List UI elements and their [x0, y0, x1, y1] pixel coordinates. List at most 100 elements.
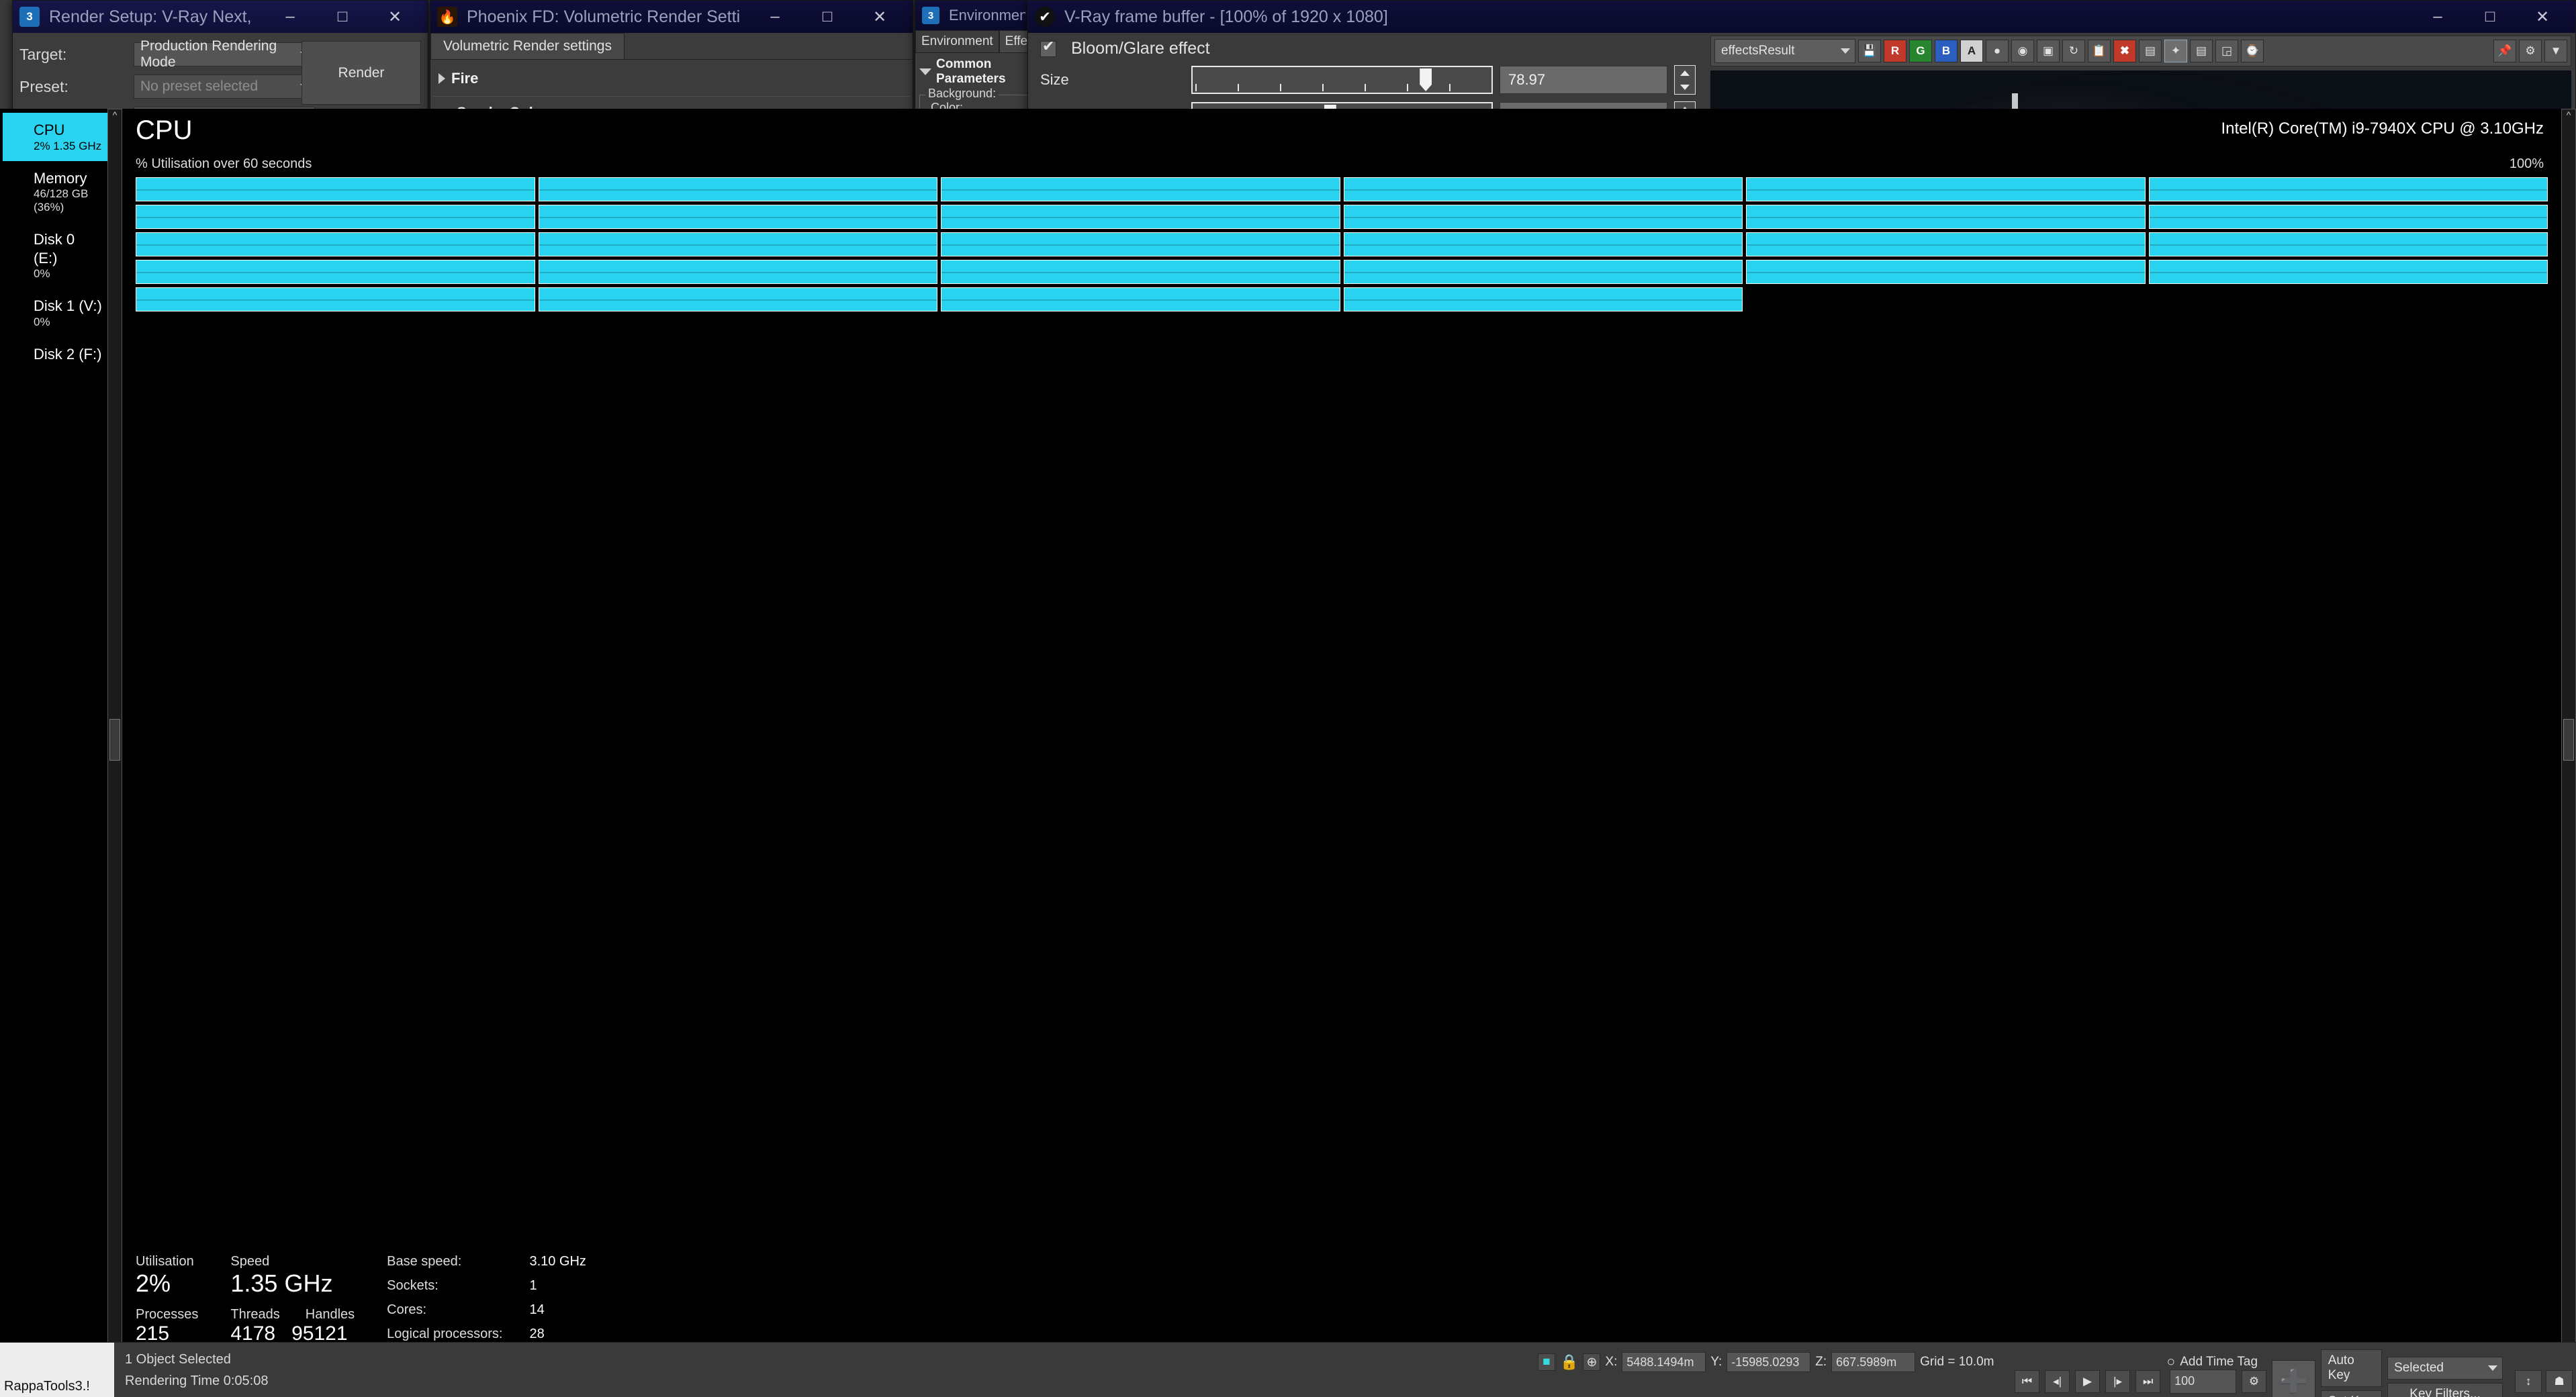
pin-icon[interactable]: 📌: [2493, 40, 2516, 62]
environment-titlebar[interactable]: 3 Environment: [915, 1, 1032, 30]
render-button[interactable]: Render: [302, 41, 421, 105]
fire-rollout[interactable]: Fire: [433, 62, 910, 96]
cpu-core-graph: [1343, 260, 1743, 284]
resource-dot-icon: [8, 121, 26, 138]
alpha-channel-icon[interactable]: A: [1960, 40, 1983, 62]
next-frame-icon[interactable]: |▸: [2105, 1369, 2131, 1393]
time-configuration-icon[interactable]: ⚙: [2241, 1369, 2266, 1393]
cpu-core-graph: [1343, 177, 1743, 201]
red-channel-icon[interactable]: R: [1884, 40, 1906, 62]
blue-channel-icon[interactable]: B: [1935, 40, 1958, 62]
z-label: Z:: [1815, 1355, 1827, 1369]
size-slider[interactable]: [1191, 66, 1493, 94]
expand-icon[interactable]: ▼: [2544, 40, 2567, 62]
z-field[interactable]: 667.5989m: [1831, 1352, 1916, 1372]
preset-label: Preset:: [19, 77, 68, 95]
close-button[interactable]: ✕: [2516, 1, 2569, 33]
go-to-start-icon[interactable]: ⏮: [2015, 1369, 2040, 1393]
bloom-glare-checkbox[interactable]: [1040, 38, 1056, 57]
preset-dropdown[interactable]: No preset selected: [134, 75, 315, 99]
zoom-extents-icon[interactable]: ☗: [2546, 1369, 2573, 1393]
vfb-toolbar[interactable]: effectsResult 💾 R G B A ● ◉ ▣ ↻ 📋 ✖ ▤ ✦ …: [1710, 36, 2571, 66]
go-to-end-icon[interactable]: ⏭: [2135, 1369, 2161, 1393]
resource-list[interactable]: CPU 2% 1.35 GHz Memory 46/128 GB (36%) Disk …: [0, 109, 107, 1370]
close-button[interactable]: ✕: [854, 1, 906, 33]
grid-label: Grid = 10.0m: [1920, 1355, 1994, 1369]
target-dropdown[interactable]: Production Rendering Mode: [134, 38, 315, 70]
resource-item-cpu[interactable]: CPU 2% 1.35 GHz: [3, 113, 107, 161]
rappatools-badge[interactable]: RappaTools3.!: [0, 1343, 114, 1397]
lock-selection-icon[interactable]: 🔒: [1560, 1353, 1578, 1371]
transform-type-icon[interactable]: ⊕: [1583, 1353, 1601, 1371]
phoenix-tab-row[interactable]: Volumetric Render settings: [430, 33, 913, 60]
resource-item-memory[interactable]: Memory 46/128 GB (36%): [3, 161, 107, 223]
resource-item-disk-0-e[interactable]: Disk 0 (E:) 0%: [3, 222, 107, 289]
fire-header[interactable]: Fire: [433, 66, 910, 91]
cpu-core-graph: [941, 232, 1340, 256]
close-button[interactable]: ✕: [369, 1, 421, 33]
tab-volumetric-render-settings[interactable]: Volumetric Render settings: [430, 33, 625, 59]
render-last-icon[interactable]: ↻: [2062, 40, 2085, 62]
auto-key-button[interactable]: Auto Key: [2320, 1349, 2383, 1387]
chevron-down-icon: [1841, 48, 1850, 54]
clear-icon[interactable]: ▣: [2037, 40, 2060, 62]
current-frame-field[interactable]: 100: [2170, 1369, 2236, 1394]
resource-item-disk-2-f[interactable]: Disk 2 (F:): [3, 337, 107, 372]
key-filters-button[interactable]: Key Filters...: [2387, 1383, 2503, 1397]
vfb-titlebar[interactable]: ✔ V-Ray frame buffer - [100% of 1920 x 1…: [1028, 1, 2575, 33]
background-caption: Background:: [925, 87, 999, 101]
save-icon[interactable]: 💾: [1858, 40, 1881, 62]
set-key-button[interactable]: Set Key: [2320, 1390, 2383, 1397]
rgb-icon[interactable]: ◉: [2011, 40, 2034, 62]
sockets-value: 1: [529, 1278, 537, 1293]
minimize-button[interactable]: –: [2411, 1, 2464, 33]
stop-icon[interactable]: ✖: [2113, 40, 2136, 62]
minimize-button[interactable]: –: [749, 1, 801, 33]
size-spinner[interactable]: [1674, 65, 1696, 95]
maximize-button[interactable]: □: [801, 1, 854, 33]
history-icon[interactable]: ⌚: [2241, 40, 2264, 62]
common-parameters-header[interactable]: Common Parameters: [915, 53, 1032, 91]
resource-item-disk-1-v[interactable]: Disk 1 (V:) 0%: [3, 289, 107, 337]
resource-list-scrollbar[interactable]: ^ v: [107, 109, 122, 1370]
copy-icon[interactable]: 📋: [2088, 40, 2111, 62]
key-mode-dropdown[interactable]: Selected: [2387, 1357, 2503, 1380]
resource-dot-icon: [8, 169, 26, 187]
minimize-button[interactable]: –: [264, 1, 316, 33]
mono-icon[interactable]: ●: [1986, 40, 2009, 62]
resource-detail: 2% 1.35 GHz: [34, 139, 102, 152]
scroll-thumb[interactable]: [109, 718, 120, 761]
absolute-mode-icon[interactable]: ■: [1538, 1353, 1555, 1371]
environment-tab-row[interactable]: Environment Effects: [915, 30, 1050, 53]
add-keys-icon[interactable]: ➕: [2272, 1359, 2315, 1397]
scroll-thumb[interactable]: [2563, 718, 2574, 761]
scroll-up-icon[interactable]: ^: [113, 109, 118, 120]
content-scrollbar[interactable]: ^ v: [2561, 109, 2576, 1370]
logical-processors-label: Logical processors:: [387, 1327, 503, 1341]
maximize-button[interactable]: □: [316, 1, 369, 33]
render-setup-titlebar[interactable]: 3 Render Setup: V-Ray Next, updat... – □…: [13, 1, 428, 33]
size-field[interactable]: 78.97: [1500, 66, 1667, 94]
region-icon[interactable]: ▤: [2139, 40, 2162, 62]
utilisation-value: 2%: [136, 1269, 171, 1297]
compare-icon[interactable]: ▤: [2190, 40, 2213, 62]
pan-view-icon[interactable]: ↕: [2515, 1369, 2542, 1393]
maximize-button[interactable]: □: [2464, 1, 2516, 33]
channel-dropdown[interactable]: effectsResult: [1714, 39, 1855, 63]
tab-environment[interactable]: Environment: [915, 30, 999, 53]
cpu-core-graph: [1746, 177, 2146, 201]
cpu-heading: CPU: [136, 115, 193, 145]
track-icon[interactable]: ◲: [2215, 40, 2238, 62]
x-field[interactable]: 5488.1494m: [1622, 1352, 1706, 1372]
previous-frame-icon[interactable]: ◂|: [2045, 1369, 2070, 1393]
phoenix-titlebar[interactable]: 🔥 Phoenix FD: Volumetric Render Settings…: [430, 1, 913, 33]
vray-icon: ✔: [1035, 7, 1055, 27]
lens-effects-icon[interactable]: ✦: [2164, 40, 2187, 62]
y-field[interactable]: -15985.0293: [1727, 1352, 1811, 1372]
size-label: Size: [1040, 71, 1069, 88]
settings-icon[interactable]: ⚙: [2519, 40, 2542, 62]
scroll-up-icon[interactable]: ^: [2567, 109, 2571, 120]
size-row: Size 78.97: [1032, 62, 1704, 98]
play-icon[interactable]: ▶: [2075, 1369, 2101, 1393]
green-channel-icon[interactable]: G: [1909, 40, 1932, 62]
